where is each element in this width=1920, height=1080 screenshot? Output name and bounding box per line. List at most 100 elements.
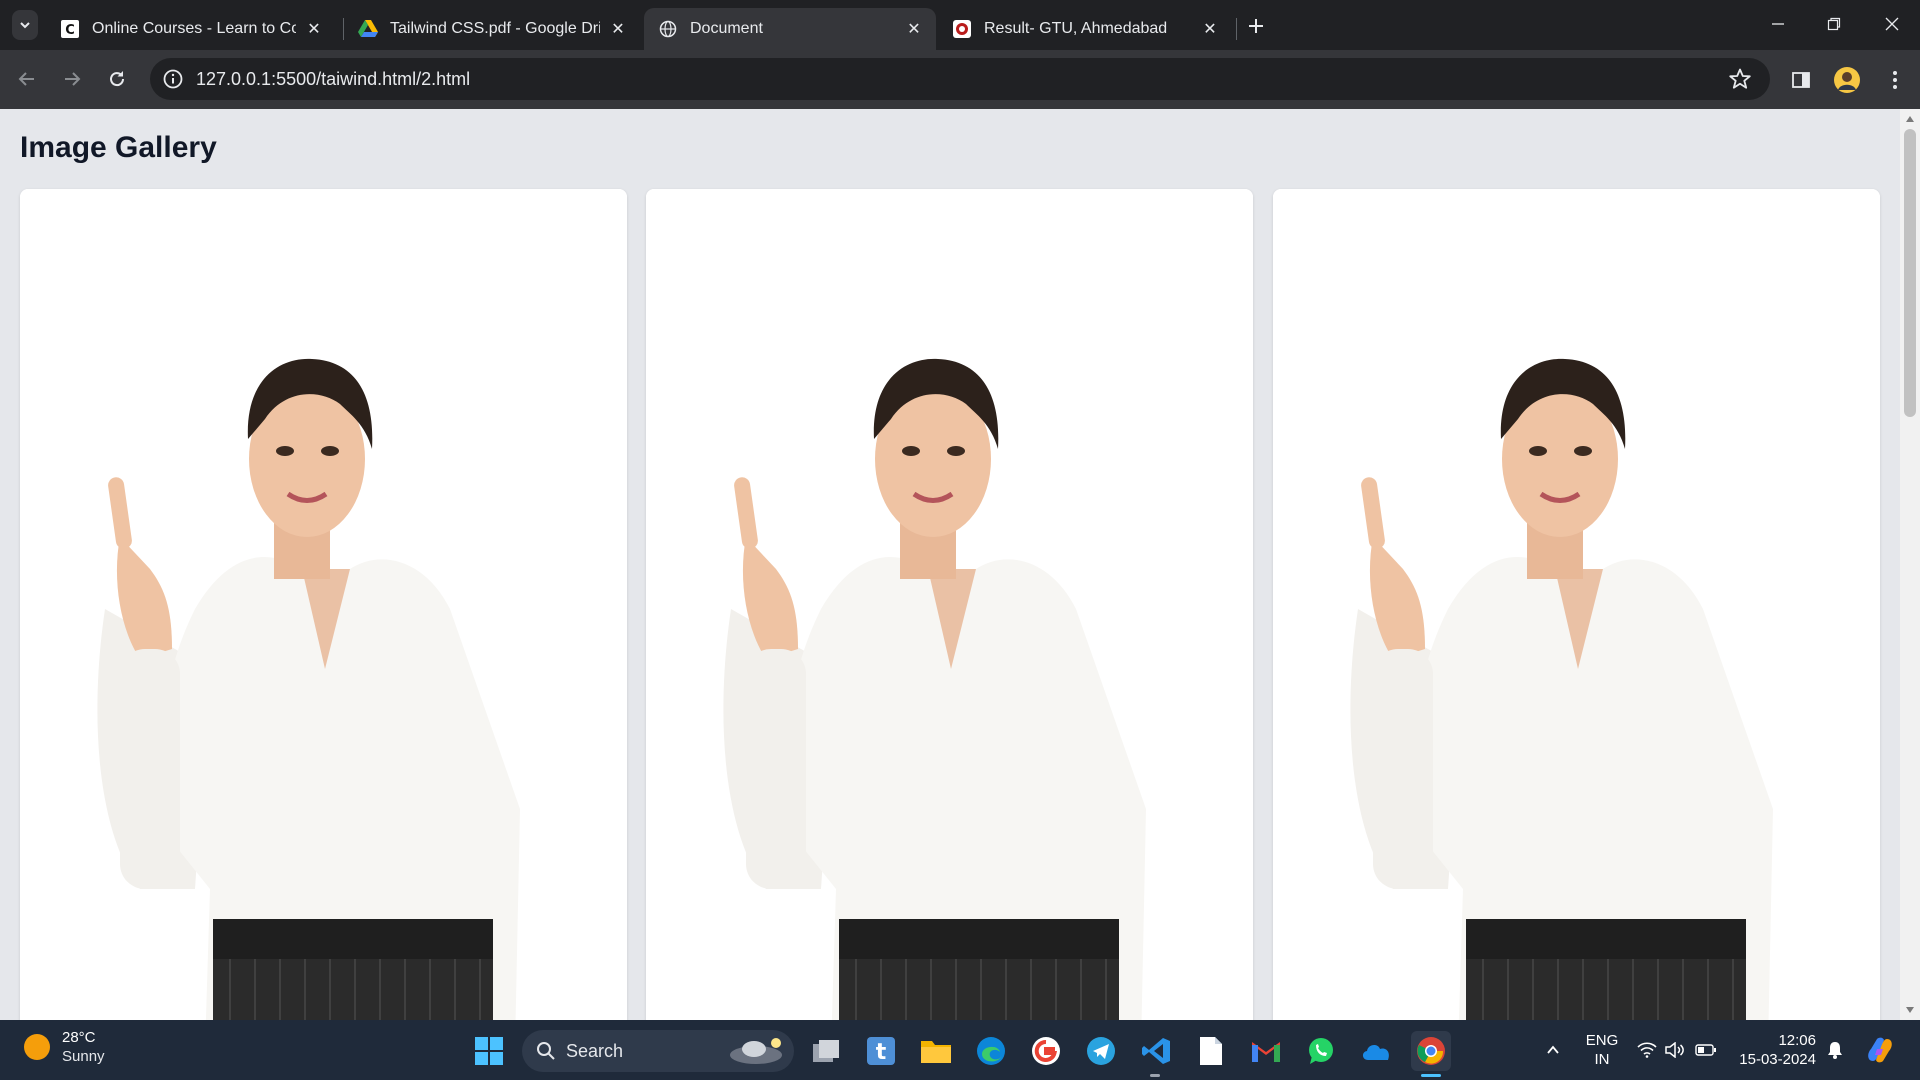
bell-icon: [1828, 1042, 1842, 1059]
restore-button[interactable]: [1806, 0, 1862, 48]
taskbar: 28°C Sunny Search t ENG IN 12:06 15-03-2…: [0, 1020, 1920, 1080]
globe-icon: [658, 19, 678, 39]
tab-gtu-result[interactable]: Result- GTU, Ahmedabad ✕: [938, 8, 1232, 50]
task-view-button[interactable]: [806, 1031, 846, 1071]
tab-title: Tailwind CSS.pdf - Google Drive: [390, 20, 600, 37]
forward-button[interactable]: [55, 62, 89, 96]
browser-toolbar: 127.0.0.1:5500/taiwind.html/2.html: [0, 50, 1920, 109]
start-button[interactable]: [469, 1031, 509, 1071]
close-icon[interactable]: ✕: [904, 19, 924, 39]
search-icon: [537, 1042, 555, 1060]
system-clock[interactable]: 12:06 15-03-2024: [1726, 1031, 1816, 1069]
tab-separator: [1236, 18, 1237, 40]
copilot-button[interactable]: [1862, 1020, 1898, 1080]
clock-date: 15-03-2024: [1739, 1051, 1816, 1068]
tab-title: Document: [690, 20, 763, 37]
telegram-app[interactable]: [1081, 1031, 1121, 1071]
woman-pointing-up-photo: [646, 189, 1253, 1020]
running-indicator: [1150, 1074, 1160, 1077]
telegram-icon: [1087, 1037, 1115, 1065]
back-button[interactable]: [10, 62, 44, 96]
page-viewport: Image Gallery: [0, 109, 1920, 1020]
tab-document[interactable]: Document ✕: [644, 8, 936, 50]
reload-icon: [110, 71, 125, 87]
chevron-down-icon: [20, 22, 30, 29]
woman-pointing-up-photo: [1273, 189, 1880, 1020]
tab-title: Result- GTU, Ahmedabad: [984, 20, 1168, 37]
edge-icon: [977, 1037, 1005, 1065]
tumblr-icon: t: [867, 1037, 895, 1065]
close-icon[interactable]: ✕: [1200, 19, 1220, 39]
new-tab-button[interactable]: [1242, 12, 1270, 40]
side-panel-icon: [1792, 72, 1810, 88]
kebab-menu-icon: [1893, 71, 1897, 89]
address-bar[interactable]: 127.0.0.1:5500/taiwind.html/2.html: [150, 58, 1770, 100]
menu-button[interactable]: [1880, 65, 1910, 95]
reload-button[interactable]: [100, 62, 134, 96]
onedrive-icon: [1362, 1045, 1389, 1060]
running-indicator: [1421, 1074, 1441, 1077]
tab-tailwind-pdf[interactable]: Tailwind CSS.pdf - Google Drive ✕: [344, 8, 640, 50]
close-icon: [1885, 17, 1899, 31]
copilot-icon: [1868, 1037, 1892, 1063]
side-panel-button[interactable]: [1786, 65, 1816, 95]
gtu-icon: [952, 19, 972, 39]
chrome-icon: [1417, 1037, 1445, 1065]
tumblr-app[interactable]: t: [861, 1031, 901, 1071]
weather-temp: 28°C: [62, 1029, 96, 1046]
weather-condition: Sunny: [62, 1048, 105, 1065]
tab-search-button[interactable]: [12, 10, 38, 40]
info-icon[interactable]: [162, 68, 184, 90]
close-icon[interactable]: ✕: [304, 19, 324, 39]
close-window-button[interactable]: [1864, 0, 1920, 48]
scroll-up-icon[interactable]: [1905, 114, 1915, 124]
chevron-up-icon: [1547, 1045, 1559, 1054]
edge-app[interactable]: [971, 1031, 1011, 1071]
scroll-down-icon[interactable]: [1905, 1005, 1915, 1015]
notifications-button[interactable]: [1824, 1020, 1846, 1080]
page-title: Image Gallery: [20, 131, 217, 164]
scrollbar-thumb[interactable]: [1904, 129, 1916, 417]
minimize-icon: [1772, 23, 1784, 25]
url-text[interactable]: 127.0.0.1:5500/taiwind.html/2.html: [196, 69, 470, 90]
tab-title: Online Courses - Learn to Code: [92, 20, 296, 37]
arrow-left-icon: [18, 72, 34, 86]
minimize-button[interactable]: [1750, 0, 1806, 48]
profile-button[interactable]: [1832, 65, 1862, 95]
tab-online-courses[interactable]: C Online Courses - Learn to Code ✕: [46, 8, 336, 50]
show-hidden-icons-button[interactable]: [1540, 1020, 1566, 1080]
notepad-app[interactable]: [1191, 1031, 1231, 1071]
taskbar-search[interactable]: Search: [522, 1030, 794, 1072]
notepad-icon: [1200, 1037, 1222, 1065]
volume-button[interactable]: [1664, 1020, 1686, 1080]
woman-pointing-up-photo: [20, 189, 627, 1020]
google-app[interactable]: [1026, 1031, 1066, 1071]
clock-time: 12:06: [1778, 1032, 1816, 1049]
svg-text:t: t: [876, 1040, 887, 1065]
file-explorer-icon: [921, 1041, 951, 1063]
plus-icon: [1249, 19, 1263, 33]
battery-button[interactable]: [1694, 1020, 1718, 1080]
onedrive-app[interactable]: [1356, 1031, 1396, 1071]
star-icon[interactable]: [1728, 67, 1752, 91]
language-line1: ENG: [1585, 1032, 1619, 1049]
whatsapp-app[interactable]: [1301, 1031, 1341, 1071]
codecademy-icon: C: [60, 19, 80, 39]
gallery-card: [20, 189, 627, 1020]
file-explorer-app[interactable]: [916, 1031, 956, 1071]
weather-widget[interactable]: 28°C Sunny: [24, 1028, 105, 1066]
arrow-right-icon: [65, 72, 81, 86]
wifi-icon: [1637, 1042, 1657, 1058]
close-icon[interactable]: ✕: [608, 19, 628, 39]
vscode-app[interactable]: [1136, 1031, 1176, 1071]
vscode-icon: [1142, 1038, 1170, 1064]
google-icon: [1032, 1037, 1060, 1065]
gmail-app[interactable]: [1246, 1031, 1286, 1071]
page-scrollbar[interactable]: [1900, 109, 1920, 1020]
gallery-card: [646, 189, 1253, 1020]
chrome-app[interactable]: [1411, 1031, 1451, 1071]
gallery-card: [1273, 189, 1880, 1020]
svg-text:C: C: [65, 23, 75, 38]
wifi-button[interactable]: [1636, 1020, 1658, 1080]
input-language[interactable]: ENG IN: [1580, 1031, 1624, 1069]
